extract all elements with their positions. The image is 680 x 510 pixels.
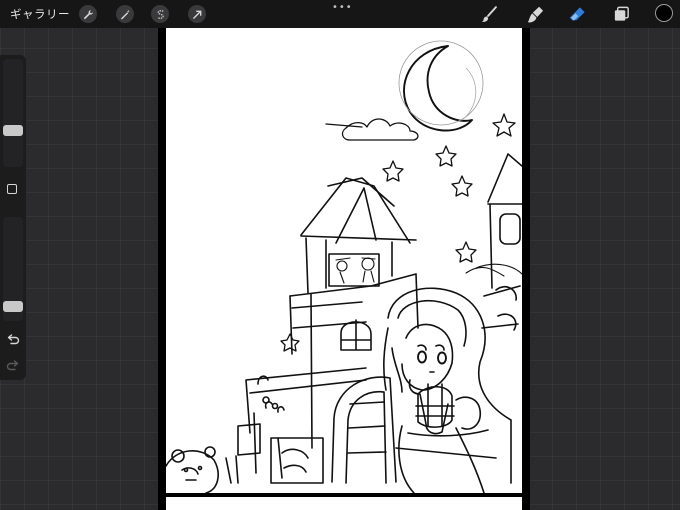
- left-sidebar: [0, 55, 26, 380]
- cloud-sketch: [325, 118, 419, 141]
- brush-size-thumb[interactable]: [3, 124, 23, 136]
- wall-sketch: [237, 367, 397, 484]
- modify-button[interactable]: [7, 184, 17, 194]
- brush-icon[interactable]: [480, 5, 499, 24]
- undo-icon[interactable]: [5, 334, 21, 348]
- drawing-canvas[interactable]: [166, 28, 522, 493]
- color-picker-button[interactable]: [655, 4, 673, 22]
- selection-button[interactable]: [151, 5, 169, 23]
- turret-sketch: [465, 153, 522, 289]
- window-figures-sketch: [335, 257, 376, 284]
- top-toolbar: ギャラリー •••: [0, 0, 680, 28]
- transform-button[interactable]: [188, 5, 206, 23]
- magic-wand-icon: [120, 9, 130, 19]
- next-page-edge: [166, 497, 522, 510]
- opacity-thumb[interactable]: [3, 300, 23, 312]
- more-menu-button[interactable]: •••: [332, 2, 353, 13]
- gallery-button[interactable]: ギャラリー: [10, 6, 70, 22]
- sketch-artwork: [166, 40, 522, 493]
- tower-sketch: [289, 177, 419, 449]
- bear-sketch: [166, 446, 239, 493]
- layers-icon[interactable]: [612, 5, 631, 24]
- selection-s-icon: [156, 9, 164, 19]
- redo-icon[interactable]: [5, 360, 21, 374]
- smudge-icon[interactable]: [526, 5, 545, 24]
- wrench-icon: [83, 9, 93, 19]
- girl-sketch: [383, 285, 521, 493]
- moon-sketch: [398, 40, 484, 132]
- adjustments-button[interactable]: [116, 5, 134, 23]
- brush-size-slider[interactable]: [3, 59, 23, 167]
- eraser-icon[interactable]: [568, 5, 587, 24]
- actions-button[interactable]: [79, 5, 97, 23]
- arrow-cursor-icon: [192, 10, 201, 19]
